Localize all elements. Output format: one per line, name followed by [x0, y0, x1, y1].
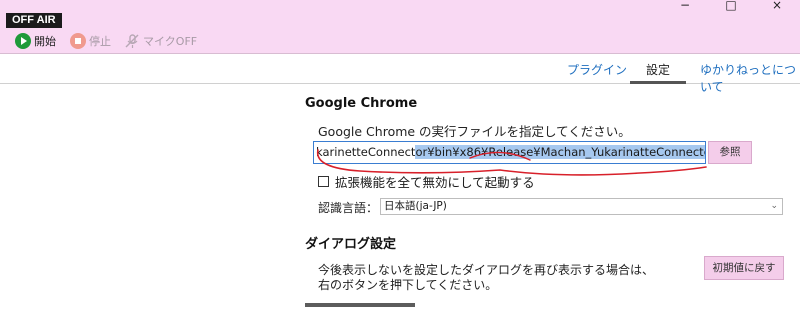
chevron-down-icon: ⌄ [770, 201, 778, 211]
active-tab-indicator [630, 81, 686, 84]
chrome-section-title: Google Chrome [305, 96, 418, 111]
path-text-unselected: karinetteConnect [316, 145, 416, 159]
window-controls: − □ × [662, 0, 800, 14]
close-icon[interactable]: × [754, 0, 800, 14]
disable-extensions-label: 拡張機能を全て無効にして起動する [335, 175, 535, 190]
minimize-icon[interactable]: − [662, 0, 708, 14]
path-text-selected: or¥bin¥x86¥Release¥Machan_YukarinatteCon… [415, 145, 705, 159]
start-label: 開始 [34, 35, 56, 48]
stop-icon [70, 33, 86, 49]
dialog-description-line2: 右のボタンを押下してください。 [318, 278, 498, 292]
mic-off-icon [124, 33, 140, 49]
disable-extensions-checkbox[interactable]: 拡張機能を全て無効にして起動する [318, 172, 535, 191]
mic-off-button[interactable]: マイクOFF [124, 33, 197, 49]
mic-off-label: マイクOFF [143, 35, 198, 48]
next-section-title-clipped [305, 303, 425, 309]
dialog-section-title: ダイアログ設定 [305, 237, 397, 252]
browse-button[interactable]: 参照 [708, 141, 752, 164]
chrome-path-input[interactable]: karinetteConnector¥bin¥x86¥Release¥Macha… [313, 141, 706, 164]
status-badge: OFF AIR [6, 13, 62, 28]
stop-label: 停止 [89, 35, 111, 48]
clipped-heading-stub [305, 303, 415, 309]
checkbox-box[interactable] [318, 176, 329, 187]
tab-bar: プラグイン 設定 ゆかりねっとについて [0, 58, 800, 94]
stop-button[interactable]: 停止 [70, 33, 111, 49]
reset-defaults-button[interactable]: 初期値に戻す [704, 256, 784, 280]
tab-about[interactable]: ゆかりねっとについて [700, 61, 800, 95]
start-button[interactable]: 開始 [15, 33, 56, 49]
language-value: 日本語(ja-JP) [384, 200, 447, 212]
top-toolbar: OFF AIR − □ × 開始 停止 マイクOFF [0, 0, 800, 54]
tab-plugins[interactable]: プラグイン [567, 61, 627, 78]
language-label: 認識言語： [318, 201, 379, 215]
maximize-icon[interactable]: □ [708, 0, 754, 14]
chrome-description: Google Chrome の実行ファイルを指定してください。 [318, 124, 631, 139]
tab-settings[interactable]: 設定 [646, 61, 670, 78]
play-icon [15, 33, 31, 49]
language-select[interactable]: 日本語(ja-JP) ⌄ [380, 198, 783, 215]
